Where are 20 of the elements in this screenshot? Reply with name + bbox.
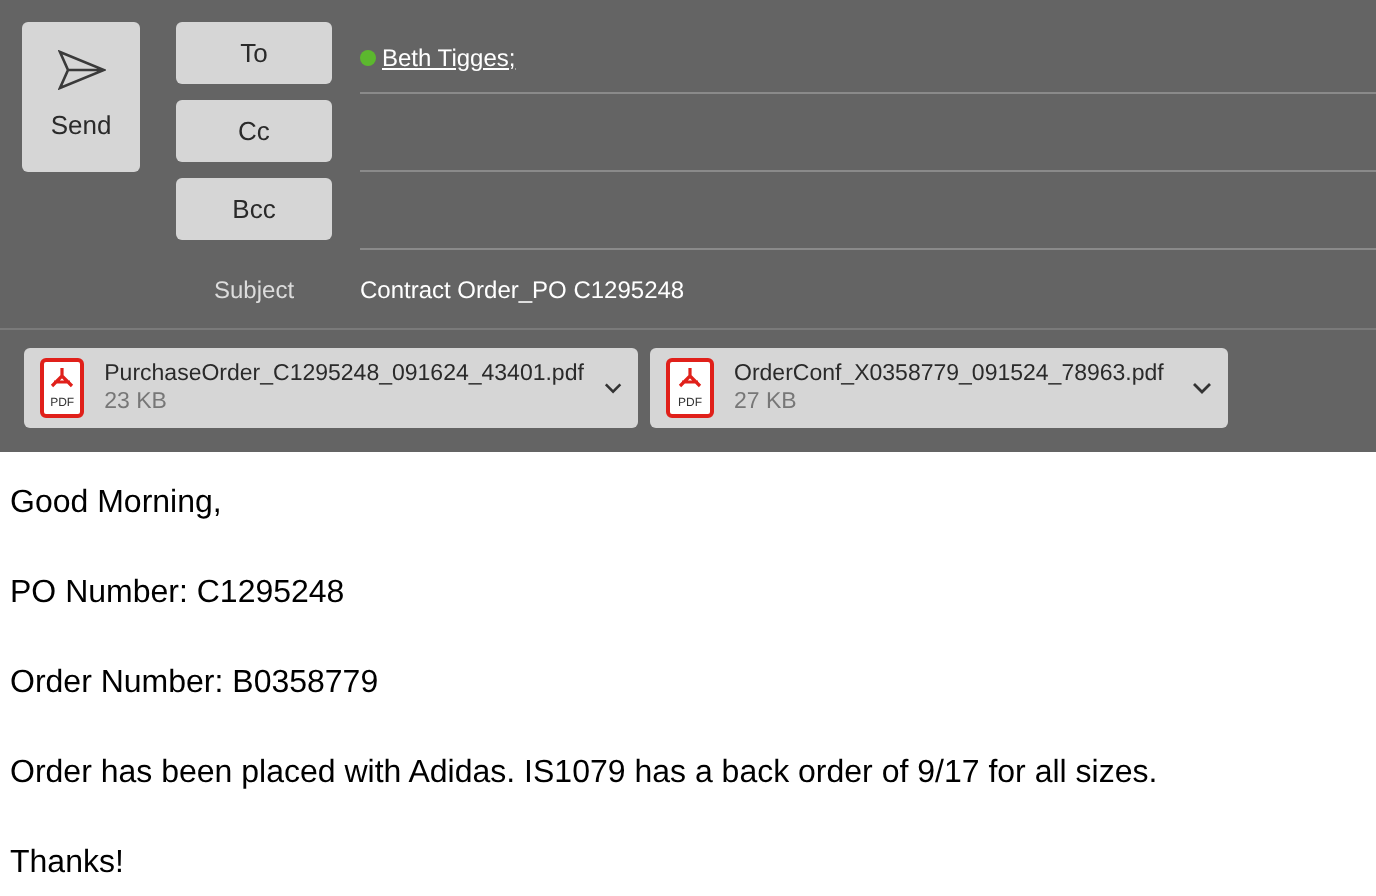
message-paragraph: PO Number: C1295248: [10, 574, 347, 614]
send-icon: [57, 49, 105, 90]
attachment-name: OrderConf_X0358779_091524_78963.pdf: [734, 360, 1166, 388]
message-paragraph: Thanks!: [10, 844, 126, 884]
address-button[interactable]: To: [176, 22, 332, 84]
subject-field[interactable]: Contract Order_PO C1295248: [360, 272, 685, 308]
send-button[interactable]: Send: [22, 22, 140, 172]
attachment-size: 27 KB: [734, 388, 799, 416]
message-paragraph: Order Number: B0358779: [10, 664, 381, 704]
address-button[interactable]: Cc: [176, 100, 332, 162]
chevron-down-icon[interactable]: [1192, 382, 1212, 394]
address-button[interactable]: Bcc: [176, 178, 332, 240]
recipient-name[interactable]: Beth Tigges;: [382, 40, 516, 76]
attachment-size: 23 KB: [104, 388, 169, 416]
message-paragraph: Order has been placed with Adidas. IS1079 has a back order of 9/17 for all sizes.: [10, 754, 1160, 794]
chevron-down-icon[interactable]: [603, 382, 622, 394]
attachment-name: PurchaseOrder_C1295248_091624_43401.pdf: [104, 360, 584, 388]
address-field[interactable]: Beth Tigges;: [360, 22, 1376, 94]
message-paragraph: Good Morning,: [10, 484, 224, 524]
subject-label: Subject: [212, 274, 297, 308]
